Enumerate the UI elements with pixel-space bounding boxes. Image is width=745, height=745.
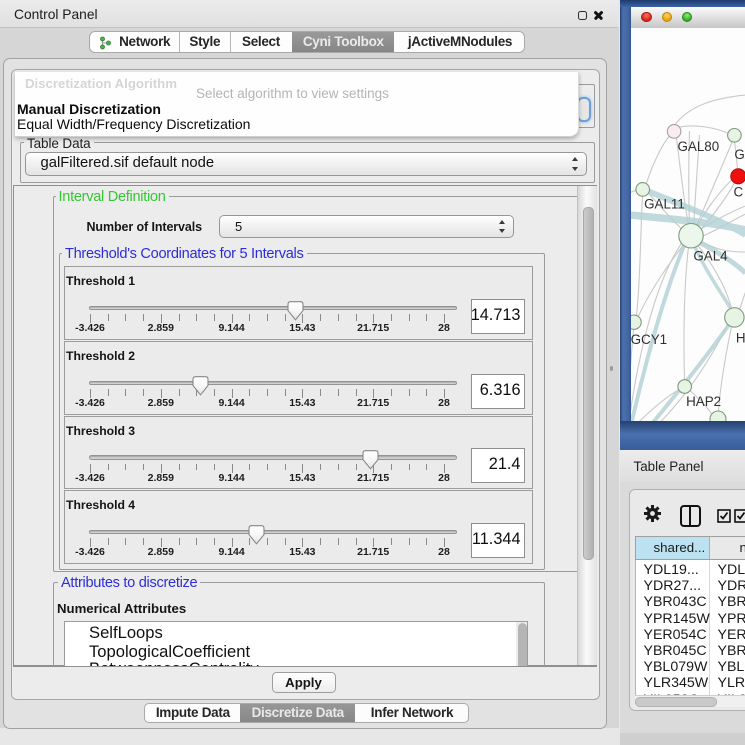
svg-text:GA: GA (734, 147, 745, 162)
svg-text:C: C (733, 185, 743, 200)
svg-text:H: H (735, 331, 745, 346)
svg-text:GCY1: GCY1 (631, 332, 667, 347)
svg-text:HAP2: HAP2 (686, 394, 721, 409)
svg-text:GAL11: GAL11 (644, 197, 685, 212)
svg-text:GAL80: GAL80 (677, 139, 719, 154)
svg-text:GAL4: GAL4 (693, 248, 728, 263)
